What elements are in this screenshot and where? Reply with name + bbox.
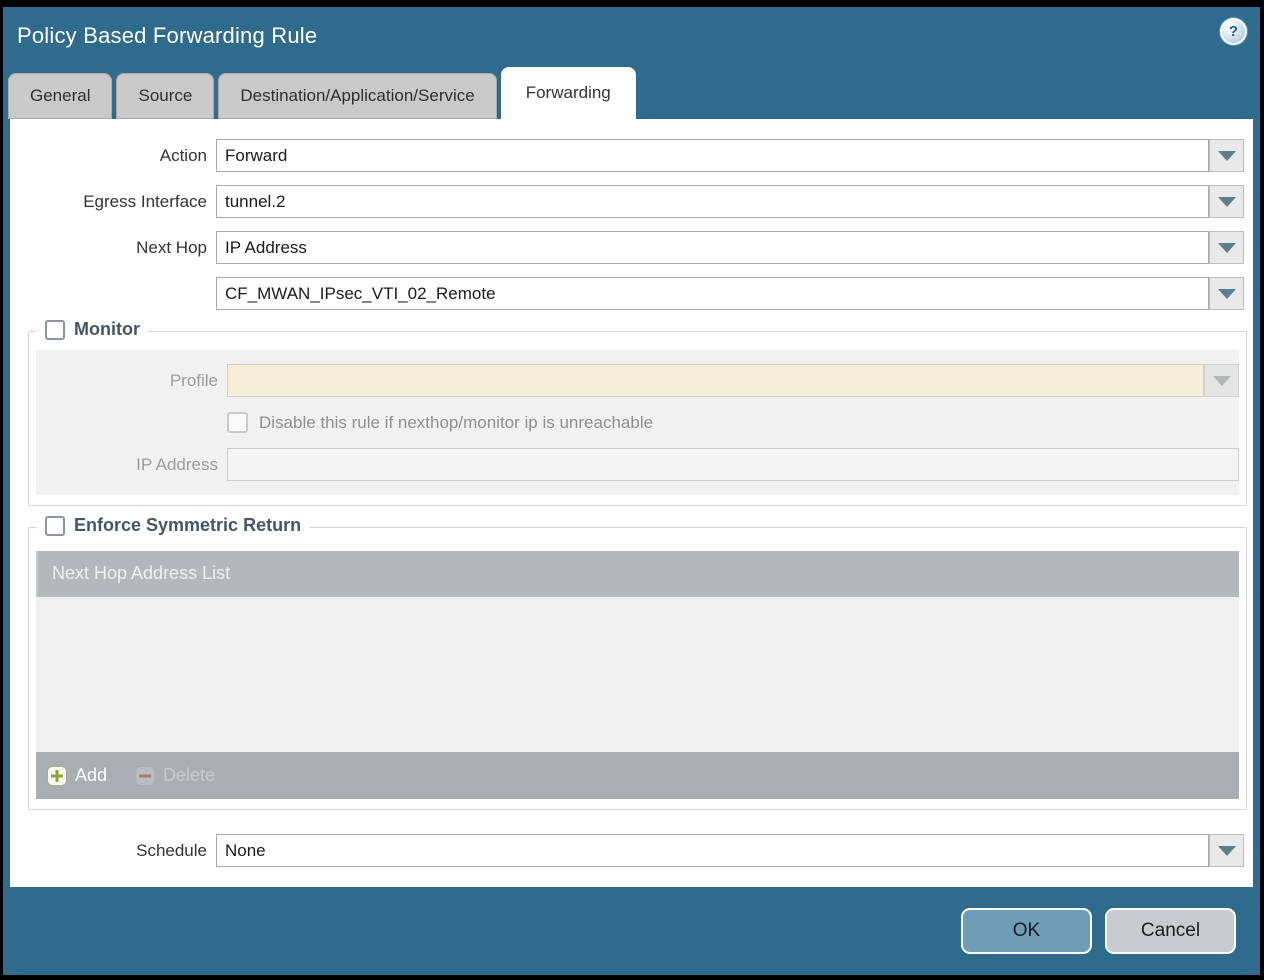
disable-rule-checkbox xyxy=(227,412,248,433)
add-button[interactable]: Add xyxy=(47,765,107,786)
chevron-down-icon xyxy=(1213,376,1231,386)
delete-button-label: Delete xyxy=(163,765,215,786)
schedule-dropdown-button[interactable] xyxy=(1209,834,1244,867)
next-hop-address-list-body[interactable] xyxy=(36,597,1239,752)
plus-icon xyxy=(47,766,67,786)
help-icon[interactable]: ? xyxy=(1220,18,1247,45)
cancel-button[interactable]: Cancel xyxy=(1105,908,1236,954)
schedule-row: Schedule xyxy=(10,834,1244,867)
symmetric-return-legend-label: Enforce Symmetric Return xyxy=(74,515,301,536)
disable-rule-row: Disable this rule if nexthop/monitor ip … xyxy=(227,412,1239,433)
tab-bar: General Source Destination/Application/S… xyxy=(3,65,1260,119)
monitor-checkbox[interactable] xyxy=(45,320,65,340)
ok-button[interactable]: OK xyxy=(961,908,1092,954)
next-hop-address-input[interactable] xyxy=(216,277,1209,310)
chevron-down-icon xyxy=(1218,243,1236,253)
next-hop-type-input[interactable] xyxy=(216,231,1209,264)
monitor-ip-input xyxy=(227,448,1239,481)
next-hop-address-list-toolbar: Add Delete xyxy=(36,752,1239,799)
monitor-ip-row: IP Address xyxy=(36,448,1239,481)
pbf-rule-dialog: Policy Based Forwarding Rule ? General S… xyxy=(3,7,1260,975)
monitor-ip-label: IP Address xyxy=(36,455,227,475)
next-hop-address-row xyxy=(10,277,1244,310)
tab-forwarding[interactable]: Forwarding xyxy=(501,67,636,119)
chevron-down-icon xyxy=(1218,151,1236,161)
monitor-legend-label: Monitor xyxy=(74,319,140,340)
monitor-group: Monitor Profile Disable this rule if nex… xyxy=(28,331,1247,506)
profile-row: Profile xyxy=(36,364,1239,397)
delete-button: Delete xyxy=(135,765,215,786)
egress-interface-label: Egress Interface xyxy=(10,192,216,212)
action-label: Action xyxy=(10,146,216,166)
symmetric-return-group: Enforce Symmetric Return Next Hop Addres… xyxy=(28,527,1247,810)
profile-dropdown-button xyxy=(1204,364,1239,397)
tab-source[interactable]: Source xyxy=(116,73,214,119)
chevron-down-icon xyxy=(1218,289,1236,299)
symmetric-return-checkbox[interactable] xyxy=(45,516,65,536)
add-button-label: Add xyxy=(75,765,107,786)
disable-rule-label: Disable this rule if nexthop/monitor ip … xyxy=(259,413,653,433)
next-hop-address-dropdown-button[interactable] xyxy=(1209,277,1244,310)
action-dropdown-button[interactable] xyxy=(1209,139,1244,172)
profile-label: Profile xyxy=(36,371,227,391)
next-hop-address-list-table: Next Hop Address List Add xyxy=(36,551,1239,799)
chevron-down-icon xyxy=(1218,197,1236,207)
dialog-footer: OK Cancel xyxy=(3,887,1260,974)
tab-general[interactable]: General xyxy=(8,73,112,119)
symmetric-return-legend: Enforce Symmetric Return xyxy=(37,515,309,536)
monitor-legend: Monitor xyxy=(37,319,148,340)
next-hop-address-list-header: Next Hop Address List xyxy=(36,551,1239,597)
minus-icon xyxy=(135,766,155,786)
next-hop-label: Next Hop xyxy=(10,238,216,258)
dialog-title: Policy Based Forwarding Rule xyxy=(17,23,317,49)
tab-destination-application-service[interactable]: Destination/Application/Service xyxy=(218,73,496,119)
action-row: Action xyxy=(10,139,1244,172)
schedule-label: Schedule xyxy=(10,841,216,861)
next-hop-row: Next Hop xyxy=(10,231,1244,264)
egress-interface-input[interactable] xyxy=(216,185,1209,218)
monitor-panel: Profile Disable this rule if nexthop/mon… xyxy=(36,350,1239,495)
dialog-titlebar: Policy Based Forwarding Rule ? xyxy=(3,7,1260,65)
egress-interface-row: Egress Interface xyxy=(10,185,1244,218)
egress-interface-dropdown-button[interactable] xyxy=(1209,185,1244,218)
chevron-down-icon xyxy=(1218,846,1236,856)
profile-input xyxy=(227,364,1204,397)
action-input[interactable] xyxy=(216,139,1209,172)
forwarding-tab-content: Action Egress Interface Next Hop xyxy=(10,119,1253,887)
next-hop-type-dropdown-button[interactable] xyxy=(1209,231,1244,264)
schedule-input[interactable] xyxy=(216,834,1209,867)
